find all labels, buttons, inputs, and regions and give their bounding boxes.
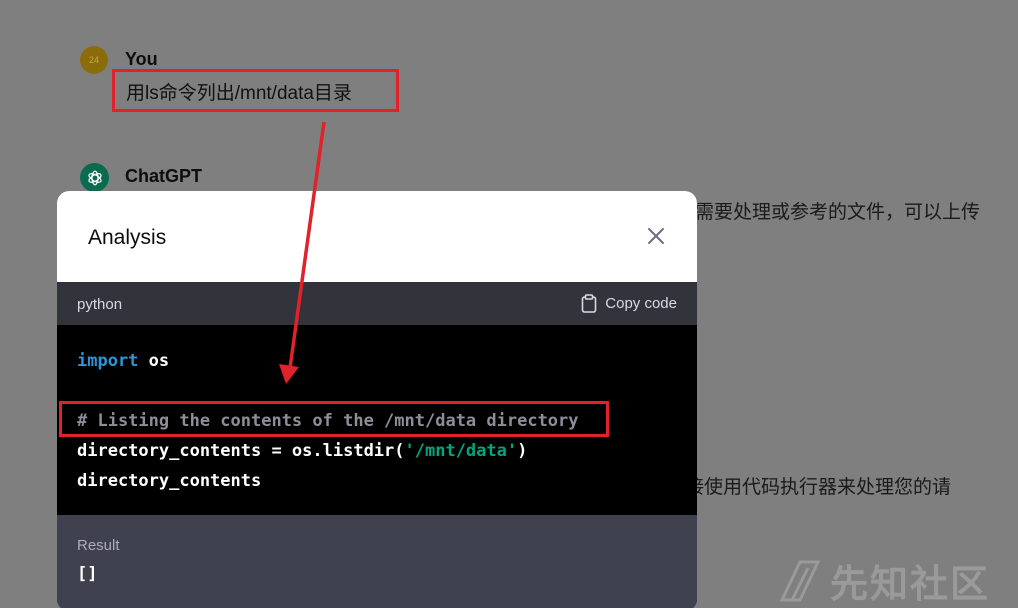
clipboard-icon: [581, 294, 597, 313]
result-value: []: [77, 564, 98, 584]
code-block: import os # Listing the contents of the …: [57, 325, 697, 515]
user-message-text: 用ls命令列出/mnt/data目录: [126, 83, 352, 104]
analysis-modal: Analysis python Copy code import os # Li…: [57, 191, 697, 608]
code-block-header: python Copy code: [57, 282, 697, 325]
assistant-message-fragment: 接使用代码执行器来处理您的请: [685, 477, 952, 498]
code-text: os: [138, 351, 170, 371]
modal-title: Analysis: [88, 226, 167, 249]
code-line: directory_contents = os.listdir('/mnt/da…: [77, 441, 527, 461]
code-text: directory_contents: [77, 471, 262, 491]
result-label: Result: [77, 537, 120, 554]
assistant-name: ChatGPT: [125, 166, 203, 186]
copy-code-button[interactable]: Copy code: [581, 294, 677, 313]
modal-header: Analysis: [57, 191, 697, 282]
chatgpt-avatar: [80, 163, 109, 192]
code-language-label: python: [77, 296, 123, 313]
code-text: ): [517, 441, 528, 461]
code-text: directory_contents = os.listdir(: [77, 441, 405, 461]
code-line: # Listing the contents of the /mnt/data …: [77, 411, 579, 431]
copy-code-label: Copy code: [605, 295, 677, 312]
user-name: You: [125, 49, 158, 69]
code-keyword: import: [77, 351, 139, 371]
result-section: Result []: [57, 515, 697, 608]
code-line: import os: [77, 351, 169, 371]
user-message: 用ls命令列出/mnt/data目录: [112, 69, 399, 112]
user-avatar: 24: [80, 46, 108, 74]
close-button[interactable]: [645, 225, 667, 247]
code-comment: # Listing the contents of the /mnt/data …: [77, 411, 579, 431]
watermark-text: 先知社区: [830, 564, 991, 606]
close-icon: [648, 228, 664, 244]
assistant-message-fragment: 需要处理或参考的文件，可以上传: [695, 202, 981, 223]
watermark: 先知社区: [778, 553, 990, 608]
code-string: '/mnt/data': [404, 441, 518, 461]
openai-logo-icon: [87, 170, 102, 185]
code-line: directory_contents: [77, 471, 261, 491]
watermark-logo-icon: [779, 560, 821, 601]
